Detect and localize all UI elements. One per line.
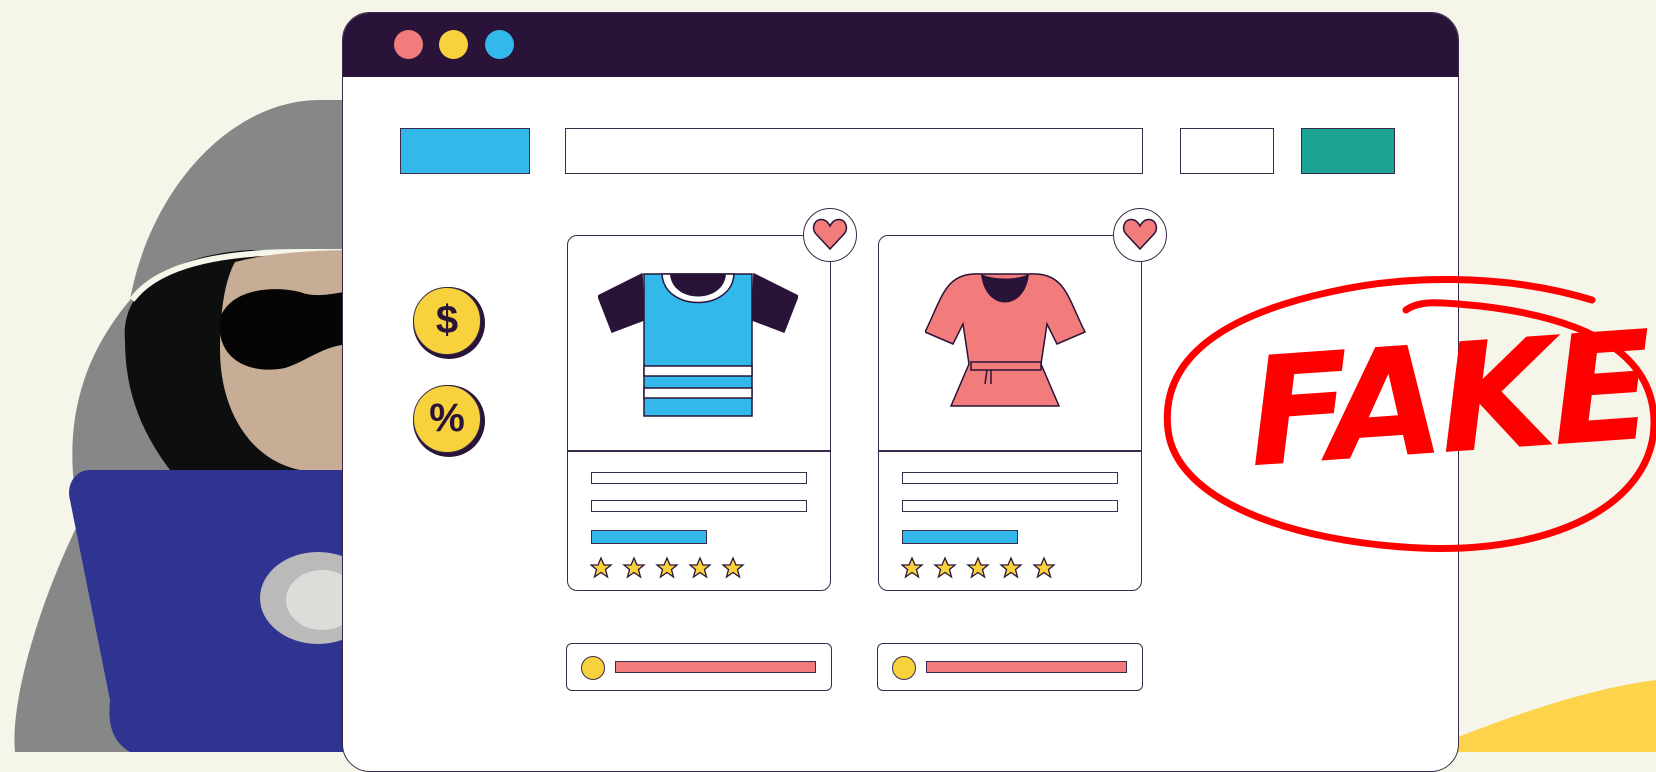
site-logo[interactable] xyxy=(400,128,530,174)
nav-button[interactable] xyxy=(1180,128,1274,174)
seller-avatar xyxy=(892,656,916,680)
minimize-button[interactable] xyxy=(439,30,468,59)
title-bar xyxy=(343,13,1458,77)
discount-badge[interactable]: % xyxy=(413,385,485,457)
heart-icon xyxy=(812,218,848,251)
seller-row[interactable] xyxy=(877,643,1143,691)
card-divider xyxy=(879,450,1141,452)
cart-button[interactable] xyxy=(1301,128,1395,174)
seller-avatar xyxy=(581,656,605,680)
favorite-button[interactable] xyxy=(803,208,857,262)
seller-name-bar xyxy=(926,661,1127,673)
dollar-icon: $ xyxy=(413,287,481,355)
favorite-button[interactable] xyxy=(1113,208,1167,262)
fake-stamp-text: FAKE! xyxy=(1242,295,1656,502)
product-card[interactable] xyxy=(878,235,1142,591)
card-divider xyxy=(568,450,830,452)
product-desc-line xyxy=(591,500,807,512)
search-input[interactable] xyxy=(565,128,1143,174)
close-button[interactable] xyxy=(394,30,423,59)
product-card[interactable] xyxy=(567,235,831,591)
rating-stars xyxy=(590,556,745,579)
product-desc-line xyxy=(902,500,1118,512)
product-title-line xyxy=(591,472,807,484)
price-bar xyxy=(591,530,707,544)
dollar-badge[interactable]: $ xyxy=(413,287,485,359)
percent-icon: % xyxy=(413,385,481,453)
heart-icon xyxy=(1122,218,1158,251)
tshirt-icon xyxy=(598,272,798,417)
dress-icon xyxy=(925,273,1087,407)
seller-row[interactable] xyxy=(566,643,832,691)
maximize-button[interactable] xyxy=(485,30,514,59)
seller-name-bar xyxy=(615,661,816,673)
price-bar xyxy=(902,530,1018,544)
product-title-line xyxy=(902,472,1118,484)
rating-stars xyxy=(901,556,1056,579)
